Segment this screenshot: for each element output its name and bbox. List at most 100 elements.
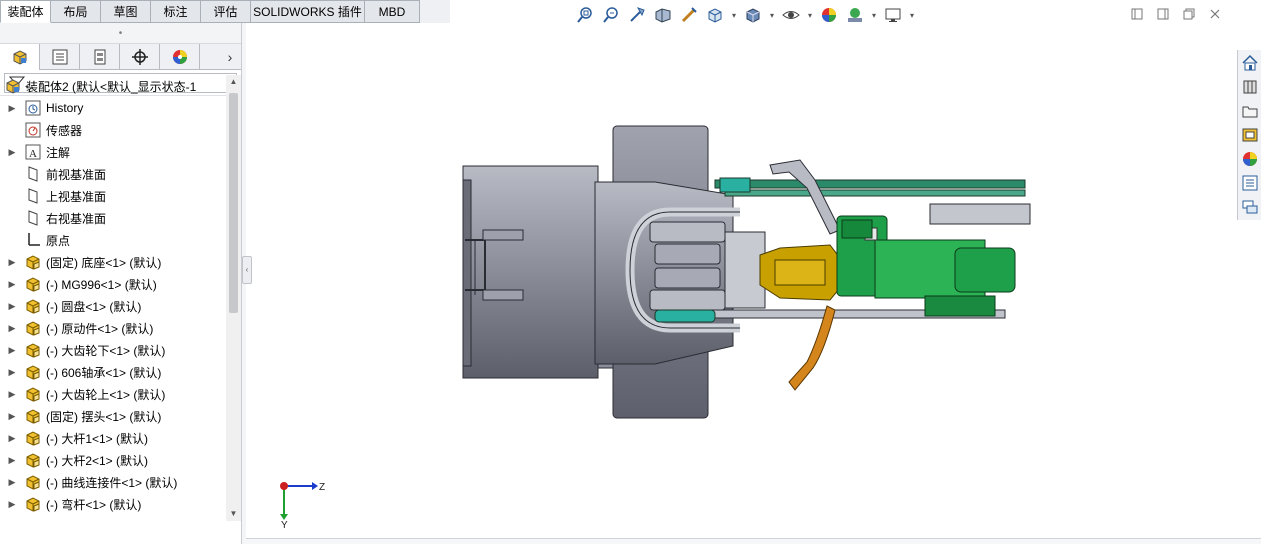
forum-button[interactable] bbox=[1239, 196, 1261, 218]
tab-0[interactable]: 装配体 bbox=[0, 0, 51, 23]
tree-item[interactable]: ▶ (-) 圆盘<1> (默认) bbox=[0, 295, 226, 317]
tree-item[interactable]: 上视基准面 bbox=[0, 185, 226, 207]
tree-item[interactable]: 原点 bbox=[0, 229, 226, 251]
annotation-icon: A bbox=[24, 143, 42, 161]
tree-root[interactable]: 装配体2 (默认<默认_显示状态-1 bbox=[0, 75, 226, 97]
configurationmanager-icon bbox=[94, 49, 105, 65]
assembly-model-view[interactable] bbox=[455, 120, 1045, 425]
previous-view-button[interactable] bbox=[626, 4, 648, 26]
heads-up-view-toolbar: ▾ ▾ ▾ ▾ ▾ bbox=[574, 4, 916, 26]
propertymanager-tab[interactable] bbox=[40, 44, 80, 70]
view-settings-button[interactable] bbox=[882, 4, 904, 26]
zoom-to-fit-button[interactable] bbox=[574, 4, 596, 26]
tile-left-icon[interactable] bbox=[1128, 6, 1146, 22]
design-library-button[interactable] bbox=[1239, 76, 1261, 98]
zoom-to-area-button[interactable] bbox=[600, 4, 622, 26]
scroll-up-icon[interactable]: ▲ bbox=[226, 75, 241, 89]
view-orientation-dropdown[interactable]: ▾ bbox=[730, 11, 738, 20]
tree-item-label: (固定) 摆头<1> (默认) bbox=[46, 409, 162, 424]
tab-3[interactable]: 标注 bbox=[151, 0, 201, 23]
dynamic-annotation-button[interactable] bbox=[678, 4, 700, 26]
tree-item[interactable]: ▶ A 注解 bbox=[0, 141, 226, 163]
tree-item[interactable]: 右视基准面 bbox=[0, 207, 226, 229]
file-explorer-button[interactable] bbox=[1239, 100, 1261, 122]
dimxpert-tab[interactable] bbox=[120, 44, 160, 70]
tab-1[interactable]: 布局 bbox=[51, 0, 101, 23]
featuremanager-icon bbox=[13, 50, 26, 65]
edit-appearance-button[interactable] bbox=[818, 4, 840, 26]
collapse-panel-handle[interactable]: ‹ bbox=[242, 256, 252, 284]
apply-scene-button[interactable] bbox=[844, 4, 866, 26]
view-palette-button[interactable] bbox=[1239, 124, 1261, 146]
display-style-button[interactable] bbox=[742, 4, 764, 26]
close-icon[interactable] bbox=[1206, 6, 1224, 22]
zoom-to-area-icon bbox=[603, 7, 618, 23]
appearances-button[interactable] bbox=[1239, 148, 1261, 170]
scroll-down-icon[interactable]: ▼ bbox=[226, 507, 241, 521]
tree-item[interactable]: ▶ (-) 大杆1<1> (默认) bbox=[0, 427, 226, 449]
scroll-thumb[interactable] bbox=[229, 93, 238, 313]
expand-arrow-icon[interactable]: ▶ bbox=[6, 455, 18, 466]
part-icon bbox=[24, 275, 42, 293]
panel-grip[interactable]: • bbox=[0, 23, 241, 44]
section-view-icon bbox=[655, 8, 671, 23]
expand-arrow-icon[interactable]: ▶ bbox=[6, 367, 18, 378]
display-manager-tab[interactable] bbox=[160, 44, 200, 70]
tree-item[interactable]: ▶ (-) MG996<1> (默认) bbox=[0, 273, 226, 295]
part-icon bbox=[24, 429, 42, 447]
expand-arrow-icon[interactable]: ▶ bbox=[6, 257, 18, 268]
expand-arrow-icon[interactable]: ▶ bbox=[6, 103, 18, 114]
tree-item[interactable]: ▶ (固定) 底座<1> (默认) bbox=[0, 251, 226, 273]
tab-2[interactable]: 草图 bbox=[101, 0, 151, 23]
tree-item[interactable]: ▶ (-) 606轴承<1> (默认) bbox=[0, 361, 226, 383]
section-view-button[interactable] bbox=[652, 4, 674, 26]
command-manager-tabs: 装配体 布局 草图 标注 评估 SOLIDWORKS 插件 MBD bbox=[0, 0, 450, 23]
tree-item[interactable]: ▶ (-) 大齿轮下<1> (默认) bbox=[0, 339, 226, 361]
configurationmanager-tab[interactable] bbox=[80, 44, 120, 70]
hide-show-items-button[interactable] bbox=[780, 4, 802, 26]
expand-arrow-icon[interactable]: ▶ bbox=[6, 279, 18, 290]
tab-4[interactable]: 评估 bbox=[201, 0, 251, 23]
part-icon bbox=[24, 297, 42, 315]
hide-show-dropdown[interactable]: ▾ bbox=[806, 11, 814, 20]
tree-item[interactable]: ▶ (-) 曲线连接件<1> (默认) bbox=[0, 471, 226, 493]
expand-arrow-icon[interactable]: ▶ bbox=[6, 323, 18, 334]
feature-tree: 装配体2 (默认<默认_显示状态-1 ▶ History 传感器 ▶ A 注解 前视基准面 上视… bbox=[0, 75, 226, 521]
viewport-bottom-edge bbox=[246, 538, 1261, 544]
display-style-dropdown[interactable]: ▾ bbox=[768, 11, 776, 20]
expand-arrow-icon[interactable]: ▶ bbox=[6, 301, 18, 312]
part-icon bbox=[24, 495, 42, 513]
view-settings-dropdown[interactable]: ▾ bbox=[908, 11, 916, 20]
dynamic-annotation-icon bbox=[681, 7, 697, 23]
tree-item[interactable]: ▶ (固定) 摆头<1> (默认) bbox=[0, 405, 226, 427]
expand-arrow-icon[interactable]: ▶ bbox=[6, 477, 18, 488]
custom-properties-button[interactable] bbox=[1239, 172, 1261, 194]
design-library-icon bbox=[1243, 80, 1257, 94]
tile-right-icon[interactable] bbox=[1154, 6, 1172, 22]
tab-5[interactable]: SOLIDWORKS 插件 bbox=[251, 0, 365, 23]
folder-icon bbox=[1242, 106, 1258, 118]
featuremanager-tab[interactable] bbox=[0, 44, 40, 70]
tree-item[interactable]: ▶ History bbox=[0, 97, 226, 119]
expand-arrow-icon[interactable]: ▶ bbox=[6, 411, 18, 422]
expand-arrow-icon[interactable]: ▶ bbox=[6, 499, 18, 510]
tab-6[interactable]: MBD bbox=[365, 0, 420, 23]
view-orientation-button[interactable] bbox=[704, 4, 726, 26]
tree-item[interactable]: ▶ (-) 原动件<1> (默认) bbox=[0, 317, 226, 339]
tree-scrollbar[interactable]: ▲ ▼ bbox=[226, 75, 241, 521]
monitor-icon bbox=[885, 8, 901, 22]
expand-arrow-icon[interactable]: ▶ bbox=[6, 345, 18, 356]
tree-item[interactable]: 前视基准面 bbox=[0, 163, 226, 185]
tree-item[interactable]: ▶ (-) 弯杆<1> (默认) bbox=[0, 493, 226, 515]
part-icon bbox=[24, 253, 42, 271]
restore-icon[interactable] bbox=[1180, 6, 1198, 22]
expand-arrow-icon[interactable]: ▶ bbox=[6, 147, 18, 158]
expand-arrow-icon[interactable]: ▶ bbox=[6, 389, 18, 400]
solidworks-resources-button[interactable] bbox=[1239, 52, 1261, 74]
chevron-right-icon[interactable]: › bbox=[219, 44, 241, 69]
expand-arrow-icon[interactable]: ▶ bbox=[6, 433, 18, 444]
scene-dropdown[interactable]: ▾ bbox=[870, 11, 878, 20]
tree-item[interactable]: ▶ (-) 大齿轮上<1> (默认) bbox=[0, 383, 226, 405]
tree-item[interactable]: ▶ (-) 大杆2<1> (默认) bbox=[0, 449, 226, 471]
tree-item[interactable]: 传感器 bbox=[0, 119, 226, 141]
